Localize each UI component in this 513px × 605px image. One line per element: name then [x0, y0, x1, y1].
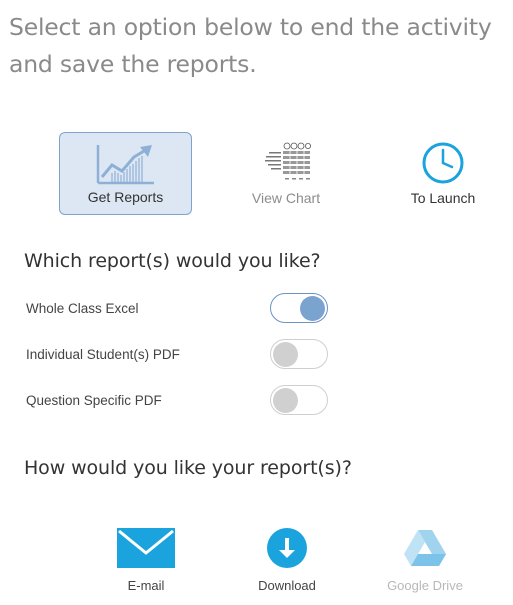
question-specific-pdf-toggle[interactable]	[270, 385, 328, 415]
whole-class-excel-toggle[interactable]	[270, 293, 328, 323]
report-question-heading: Which report(s) would you like?	[24, 250, 321, 272]
google-drive-label: Google Drive	[387, 578, 463, 593]
instruction-text: Select an option below to end the activi…	[9, 13, 492, 78]
clock-icon	[422, 142, 464, 184]
download-button[interactable]: Download	[246, 526, 328, 593]
toggle-knob	[273, 388, 298, 413]
report-option-individual-student-pdf: Individual Student(s) PDF	[26, 339, 336, 373]
email-button[interactable]: E-mail	[105, 526, 187, 593]
download-icon	[267, 528, 307, 568]
view-chart-label: View Chart	[251, 190, 321, 206]
get-reports-label: Get Reports	[87, 189, 164, 205]
view-chart-button[interactable]: View Chart	[228, 132, 344, 215]
to-launch-label: To Launch	[410, 190, 476, 206]
get-reports-button[interactable]: Get Reports	[59, 132, 192, 215]
envelope-icon	[117, 528, 175, 568]
toggle-knob	[300, 296, 325, 321]
report-option-whole-class-excel: Whole Class Excel	[26, 293, 336, 327]
delivery-question-heading: How would you like your report(s)?	[24, 457, 352, 479]
toggle-knob	[273, 342, 298, 367]
report-option-label: Whole Class Excel	[26, 301, 139, 316]
individual-student-pdf-toggle[interactable]	[270, 339, 328, 369]
report-option-question-specific-pdf: Question Specific PDF	[26, 385, 336, 419]
download-label: Download	[258, 578, 316, 593]
report-option-label: Question Specific PDF	[26, 393, 162, 408]
google-drive-icon	[404, 530, 446, 566]
to-launch-button[interactable]: To Launch	[387, 132, 499, 215]
growth-chart-icon	[96, 145, 154, 185]
email-label: E-mail	[127, 578, 165, 593]
report-option-label: Individual Student(s) PDF	[26, 347, 180, 362]
table-chart-icon	[265, 142, 311, 180]
google-drive-button[interactable]: Google Drive	[375, 526, 475, 593]
